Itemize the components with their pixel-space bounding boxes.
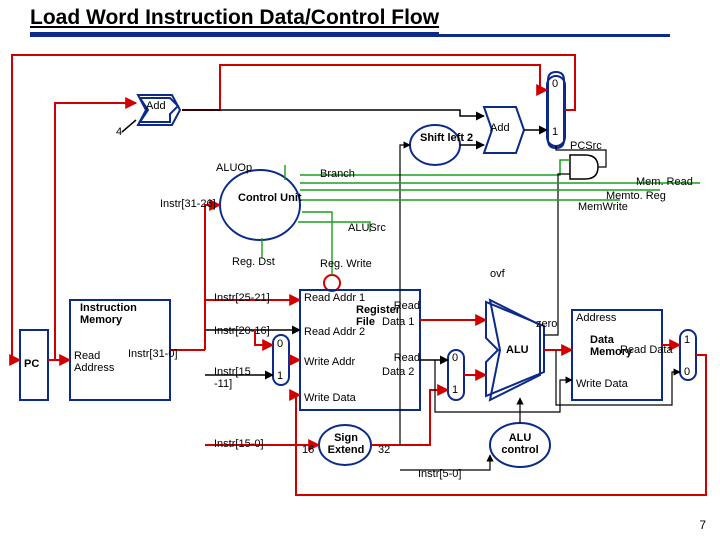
ovf-label: ovf (490, 268, 505, 280)
mux-top-1: 1 (552, 126, 558, 138)
add2-label: Add (490, 122, 510, 134)
branch-label: Branch (320, 168, 355, 180)
alusrc-label: ALUSrc (348, 222, 386, 234)
regwrite-bubble (324, 275, 340, 291)
regdst-label: Reg. Dst (232, 256, 275, 268)
memmux-1: 1 (684, 334, 690, 346)
wire-4-to-add1 (122, 120, 136, 132)
memread-label: Mem. Read (636, 176, 693, 188)
instr-25-21-label: Instr[25-21] (214, 292, 270, 304)
memwrite-label: MemWrite (578, 201, 628, 213)
write-data-rf-label: Write Data (304, 392, 356, 404)
shift-left-2-label: Shift left 2 (420, 132, 473, 144)
alu-control-label: ALU control (498, 432, 542, 456)
read-addr1-label: Read Addr 1 (304, 292, 365, 304)
alusrc-mux-1: 1 (452, 384, 458, 396)
dm-read-data-label: Read Data (620, 344, 673, 356)
wire-imm32-to-alusrcmux (371, 390, 448, 445)
instr-31-26-label: Instr[31-26] (160, 198, 216, 210)
wire-pcplus4-to-mux0 (182, 65, 547, 110)
page-number: 7 (699, 518, 706, 532)
instr-5-0-label: Instr[5-0] (418, 468, 461, 480)
regdst-mux-1: 1 (277, 370, 283, 382)
se-32-label: 32 (378, 444, 390, 456)
instr-31-0-label: Instr[31-0] (128, 348, 178, 360)
sign-extend-label: Sign Extend (326, 432, 366, 456)
control-unit (220, 170, 300, 240)
regdst-mux-0: 0 (277, 338, 283, 350)
read-address-label: Read Address (74, 350, 124, 374)
mux-top-0: 0 (552, 78, 558, 90)
pc-label: PC (24, 358, 39, 370)
alu-label: ALU (506, 344, 529, 356)
pcsrc-label: PCSrc (570, 140, 602, 152)
wire-zero-to-and (544, 174, 570, 335)
instr-15-11-label: Instr[15 -11] (214, 366, 262, 390)
zero-label: zero (536, 318, 557, 330)
im-label: Instruction Memory (80, 302, 160, 326)
memmux-0: 0 (684, 366, 690, 378)
control-unit-label: Control Unit (238, 192, 302, 204)
instr-15-0-label: Instr[15-0] (214, 438, 264, 450)
read-data2a-label: Read (380, 352, 420, 364)
shift-left-2 (410, 125, 460, 165)
and-gate (570, 155, 598, 179)
wire-pcplus4-to-add2 (182, 110, 484, 116)
se-16-label: 16 (302, 444, 314, 456)
aluop-label: ALUOp (216, 162, 252, 174)
wire-memmux-to-wrdata (296, 355, 706, 495)
read-data2b-label: Data 2 (382, 366, 414, 378)
dm-write-data-label: Write Data (576, 378, 628, 390)
instr-20-16-label: Instr[20-16] (214, 325, 270, 337)
regwrite-label: Reg. Write (320, 258, 372, 270)
read-label-top: Read (380, 300, 420, 312)
read-data1-label: Data 1 (382, 316, 414, 328)
datapath-svg (0, 0, 720, 540)
dm-address-label: Address (576, 312, 616, 324)
alusrc-mux-0: 0 (452, 352, 458, 364)
write-addr-label: Write Addr (304, 356, 355, 368)
const-4-label: 4 (116, 126, 122, 138)
add1-label: Add (146, 100, 166, 112)
